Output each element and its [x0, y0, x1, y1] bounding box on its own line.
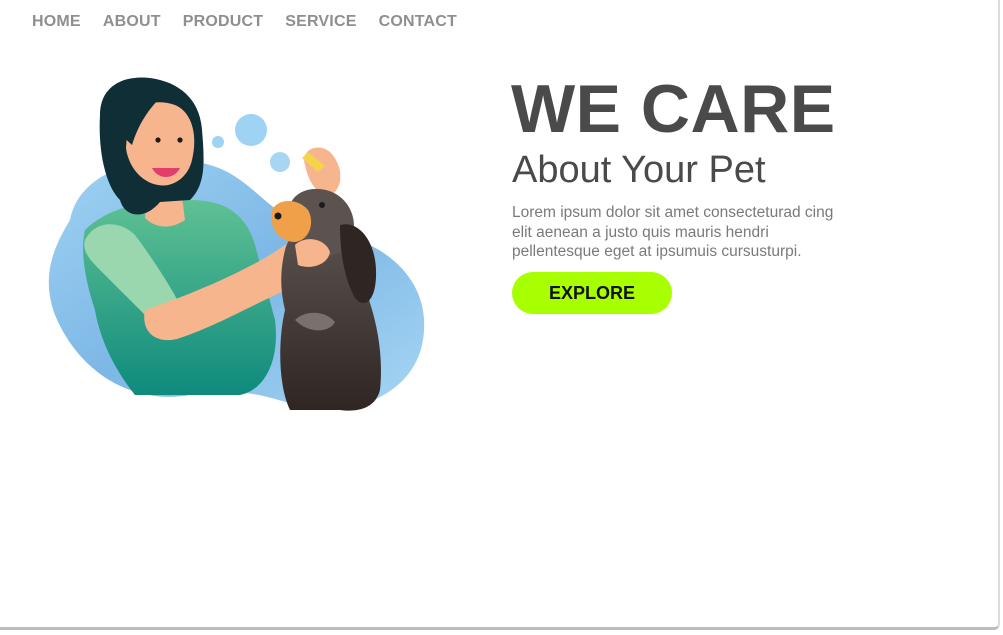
dog-eye	[319, 202, 325, 208]
nav-service-link[interactable]: SERVICE	[285, 12, 356, 32]
vet-with-dog-illustration	[48, 77, 425, 411]
dog-nose	[274, 212, 282, 220]
top-nav: HOME ABOUT PRODUCT SERVICE CONTACT	[32, 12, 457, 32]
explore-button[interactable]: EXPLORE	[512, 272, 672, 314]
woman-eye-right	[177, 137, 183, 143]
nav-about-link[interactable]: ABOUT	[103, 12, 161, 32]
nav-contact-link[interactable]: CONTACT	[379, 12, 457, 32]
bubble-small	[212, 136, 224, 148]
hero-subtitle: About Your Pet	[512, 149, 766, 191]
landing-page: HOME ABOUT PRODUCT SERVICE CONTACT WE CA…	[0, 0, 1000, 630]
bubble-medium	[270, 152, 290, 172]
nav-product-link[interactable]: PRODUCT	[183, 12, 264, 32]
hero-description: Lorem ipsum dolor sit amet consecteturad…	[512, 204, 834, 260]
nav-home-link[interactable]: HOME	[32, 12, 81, 32]
hero-title: WE CARE	[511, 71, 836, 147]
woman-eye-left	[155, 137, 161, 143]
bubble-large	[235, 114, 267, 146]
hero-illustration	[40, 70, 440, 420]
